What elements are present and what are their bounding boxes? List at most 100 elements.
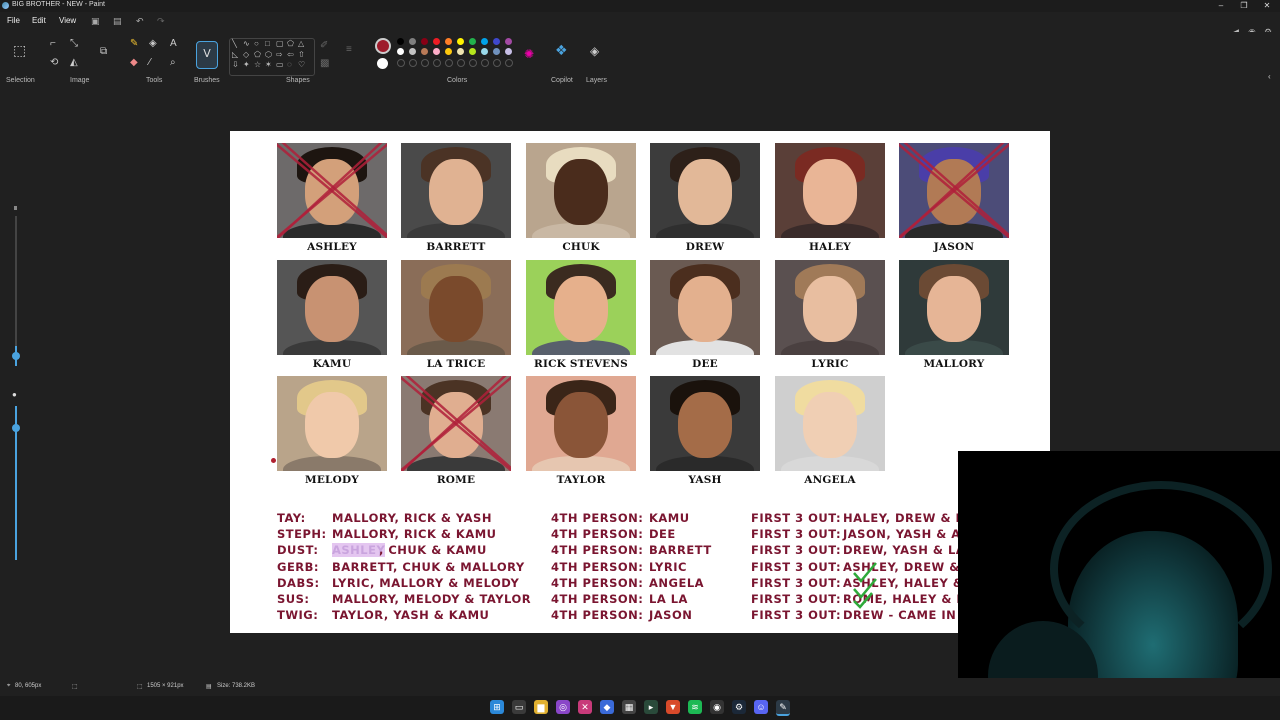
flip-icon[interactable]: ◭ bbox=[70, 57, 78, 68]
eraser-icon[interactable]: ◆ bbox=[130, 57, 138, 68]
custom-color-slot[interactable] bbox=[397, 59, 405, 67]
rotate-icon[interactable]: ⟲ bbox=[50, 57, 58, 68]
app-blue-icon[interactable]: ◆ bbox=[600, 700, 614, 714]
color-picker-icon[interactable]: ⁄ bbox=[149, 57, 151, 68]
maximize-button[interactable]: ❐ bbox=[1233, 0, 1255, 12]
custom-color-slot[interactable] bbox=[469, 59, 477, 67]
discord-icon[interactable]: ☺ bbox=[754, 700, 768, 714]
custom-color-slot[interactable] bbox=[481, 59, 489, 67]
custom-color-slot[interactable] bbox=[421, 59, 429, 67]
star4-shape-icon[interactable]: ✦ bbox=[243, 60, 250, 69]
menu-file[interactable]: File bbox=[7, 16, 20, 25]
start-icon[interactable]: ⊞ bbox=[490, 700, 504, 714]
triangle-shape-icon[interactable]: △ bbox=[298, 39, 304, 48]
palette-swatch[interactable] bbox=[409, 38, 416, 45]
primary-color-swatch[interactable] bbox=[375, 38, 391, 54]
rectangle-shape-icon[interactable]: □ bbox=[265, 39, 270, 48]
image-select-icon[interactable]: ⧉ bbox=[100, 46, 107, 57]
size-icon[interactable]: ≡ bbox=[346, 44, 352, 55]
steam-icon[interactable]: ⚙ bbox=[732, 700, 746, 714]
line-shape-icon[interactable]: ╲ bbox=[232, 39, 237, 48]
palette-swatch[interactable] bbox=[445, 48, 452, 55]
undo-icon[interactable]: ↶ bbox=[136, 16, 144, 27]
size-thumb[interactable] bbox=[12, 352, 20, 360]
drawing-canvas[interactable]: ASHLEY BARRETT CHUK DREW HALEY JASON KAMU LA TR… bbox=[230, 131, 1050, 633]
rounded-rect-shape-icon[interactable]: ▢ bbox=[276, 39, 284, 48]
palette-swatch[interactable] bbox=[397, 48, 404, 55]
outline-icon[interactable]: ✐ bbox=[320, 40, 328, 51]
palette-swatch[interactable] bbox=[505, 48, 512, 55]
curve-shape-icon[interactable]: ∿ bbox=[243, 39, 250, 48]
palette-swatch[interactable] bbox=[481, 38, 488, 45]
fill-icon[interactable]: ◈ bbox=[149, 38, 157, 49]
palette-swatch[interactable] bbox=[433, 38, 440, 45]
shape-fill-icon[interactable]: ▩ bbox=[320, 58, 329, 69]
left-arrow-shape-icon[interactable]: ⇦ bbox=[287, 50, 294, 59]
crop-icon[interactable]: ⌐ bbox=[50, 38, 56, 49]
palette-swatch[interactable] bbox=[457, 38, 464, 45]
pentagon-shape-icon[interactable]: ⬠ bbox=[254, 50, 261, 59]
callout-oval-shape-icon[interactable]: ◌ bbox=[287, 60, 292, 69]
chrome-icon[interactable]: ◉ bbox=[710, 700, 724, 714]
brave-icon[interactable]: ▼ bbox=[666, 700, 680, 714]
palette-swatch[interactable] bbox=[421, 48, 428, 55]
file-explorer-icon[interactable]: ▆ bbox=[534, 700, 548, 714]
palette-swatch[interactable] bbox=[421, 38, 428, 45]
palette-swatch[interactable] bbox=[493, 48, 500, 55]
text-icon[interactable]: A bbox=[170, 38, 177, 49]
custom-color-slot[interactable] bbox=[457, 59, 465, 67]
right-triangle-shape-icon[interactable]: ◺ bbox=[232, 50, 238, 59]
custom-color-slot[interactable] bbox=[445, 59, 453, 67]
palette-swatch[interactable] bbox=[409, 48, 416, 55]
layers-icon[interactable]: ◈ bbox=[590, 44, 599, 58]
palette-swatch[interactable] bbox=[469, 38, 476, 45]
hexagon-shape-icon[interactable]: ⬡ bbox=[265, 50, 272, 59]
minimize-button[interactable]: – bbox=[1210, 0, 1232, 12]
ribbon-collapse-icon[interactable]: ‹ bbox=[1268, 72, 1271, 81]
heart-shape-icon[interactable]: ♡ bbox=[298, 60, 305, 69]
calculator-icon[interactable]: ▦ bbox=[622, 700, 636, 714]
redo-icon[interactable]: ↷ bbox=[157, 16, 165, 27]
down-arrow-shape-icon[interactable]: ⇩ bbox=[232, 60, 239, 69]
custom-color-slot[interactable] bbox=[409, 59, 417, 67]
copilot-icon[interactable]: ❖ bbox=[555, 42, 568, 59]
app-pink-icon[interactable]: ✕ bbox=[578, 700, 592, 714]
star5-shape-icon[interactable]: ☆ bbox=[254, 60, 261, 69]
edit-colors-icon[interactable]: ✺ bbox=[524, 47, 534, 61]
menu-edit[interactable]: Edit bbox=[32, 16, 46, 25]
brushes-button[interactable]: Ⅴ bbox=[196, 41, 218, 69]
app-purple-icon[interactable]: ◎ bbox=[556, 700, 570, 714]
star6-shape-icon[interactable]: ✶ bbox=[265, 60, 272, 69]
resize-icon[interactable]: ⤡ bbox=[70, 38, 78, 49]
callout-rect-shape-icon[interactable]: ▭ bbox=[276, 60, 284, 69]
palette-swatch[interactable] bbox=[469, 48, 476, 55]
palette-swatch[interactable] bbox=[445, 38, 452, 45]
brush-size-slider[interactable]: ● bbox=[12, 206, 20, 562]
up-arrow-shape-icon[interactable]: ⇧ bbox=[298, 50, 305, 59]
palette-swatch[interactable] bbox=[493, 38, 500, 45]
custom-color-slot[interactable] bbox=[505, 59, 513, 67]
close-button[interactable]: ✕ bbox=[1256, 0, 1278, 12]
selection-icon[interactable]: ⬚ bbox=[13, 42, 26, 59]
spotify-icon[interactable]: ≋ bbox=[688, 700, 702, 714]
terminal-icon[interactable]: ▸ bbox=[644, 700, 658, 714]
palette-swatch[interactable] bbox=[433, 48, 440, 55]
magnifier-icon[interactable]: ⌕ bbox=[170, 57, 176, 68]
diamond-shape-icon[interactable]: ◇ bbox=[243, 50, 249, 59]
oval-shape-icon[interactable]: ○ bbox=[254, 39, 259, 48]
palette-swatch[interactable] bbox=[397, 38, 404, 45]
opacity-thumb[interactable] bbox=[12, 424, 20, 432]
paint-taskbar-icon[interactable]: ✎ bbox=[776, 700, 790, 716]
palette-swatch[interactable] bbox=[457, 48, 464, 55]
custom-color-slot[interactable] bbox=[433, 59, 441, 67]
custom-color-slot[interactable] bbox=[493, 59, 501, 67]
save-icon[interactable]: ▣ bbox=[91, 16, 100, 27]
palette-swatch[interactable] bbox=[481, 48, 488, 55]
task-view-icon[interactable]: ▭ bbox=[512, 700, 526, 714]
menu-view[interactable]: View bbox=[59, 16, 76, 25]
palette-swatch[interactable] bbox=[505, 38, 512, 45]
pencil-icon[interactable]: ✎ bbox=[130, 38, 138, 49]
right-arrow-shape-icon[interactable]: ⇨ bbox=[276, 50, 283, 59]
save-as-icon[interactable]: ▤ bbox=[113, 16, 122, 27]
secondary-color-swatch[interactable] bbox=[377, 58, 388, 69]
